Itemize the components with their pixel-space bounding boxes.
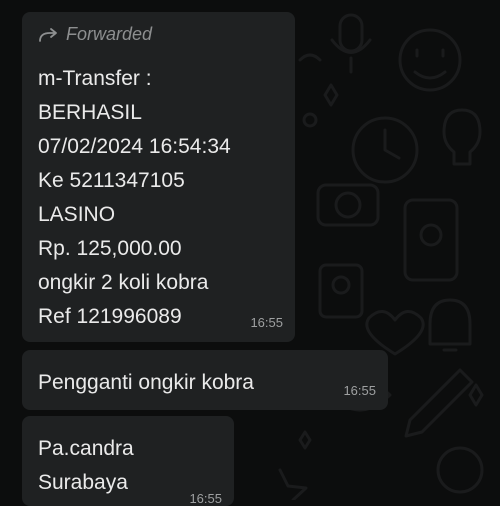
message-line: Ke 5211347105 xyxy=(38,169,185,192)
message-bubble-replacement[interactable]: Pengganti ongkir kobra 16:55 xyxy=(22,350,388,410)
forward-arrow-icon xyxy=(39,27,57,42)
message-text: m-Transfer : BERHASIL 07/02/2024 16:54:3… xyxy=(38,62,231,334)
message-bubble-contact[interactable]: Pa.candra Surabaya 16:55 xyxy=(22,416,234,506)
message-bubble-transfer[interactable]: Forwarded m-Transfer : BERHASIL 07/02/20… xyxy=(22,12,295,342)
forwarded-label: Forwarded xyxy=(66,24,153,44)
message-line: m-Transfer : xyxy=(38,67,152,90)
message-timestamp: 16:55 xyxy=(343,383,376,398)
message-line: LASINO xyxy=(38,203,116,226)
message-line: Surabaya xyxy=(38,471,128,494)
message-timestamp: 16:55 xyxy=(189,491,222,506)
forwarded-indicator: Forwarded xyxy=(38,24,152,45)
message-line: Rp. 125,000.00 xyxy=(38,237,182,260)
message-line: Ref 121996089 xyxy=(38,305,182,328)
message-line: Pa.candra xyxy=(38,437,134,460)
message-timestamp: 16:55 xyxy=(250,315,283,330)
message-line: ongkir 2 koli kobra xyxy=(38,271,209,294)
message-line: 07/02/2024 16:54:34 xyxy=(38,135,231,158)
message-line: BERHASIL xyxy=(38,101,142,124)
message-text: Pengganti ongkir kobra xyxy=(38,371,254,394)
message-text: Pa.candra Surabaya xyxy=(38,432,134,500)
